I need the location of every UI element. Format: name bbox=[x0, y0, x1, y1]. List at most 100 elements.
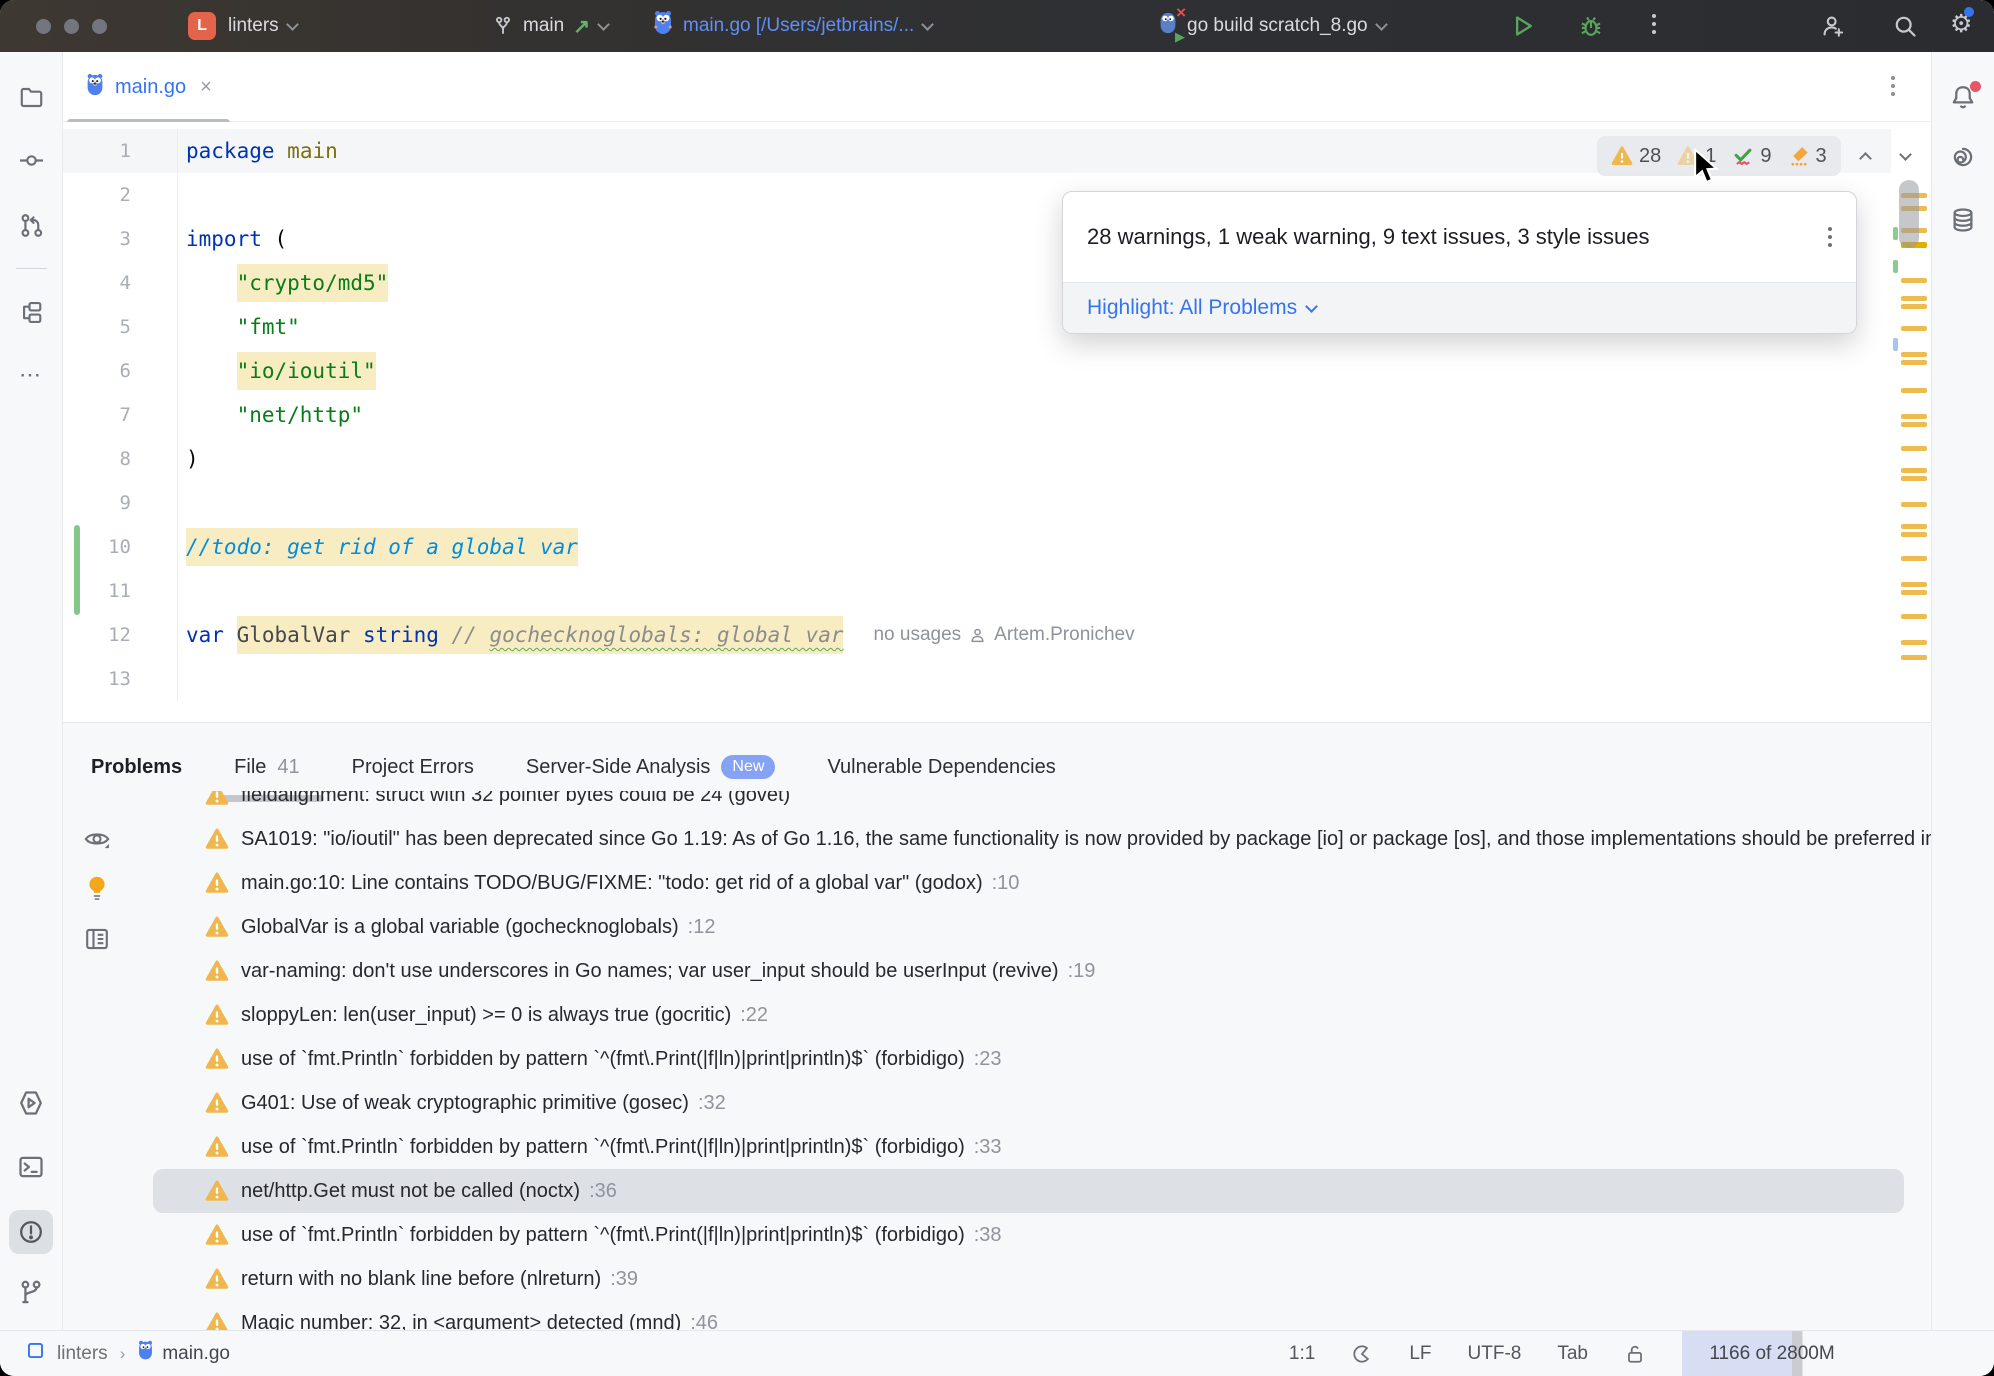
warning-stripe-mark[interactable] bbox=[1901, 476, 1927, 481]
terminal-icon[interactable] bbox=[9, 1145, 53, 1189]
warning-stripe-mark[interactable] bbox=[1901, 582, 1927, 587]
warning-stripe-mark[interactable] bbox=[1901, 446, 1927, 451]
problem-row[interactable]: net/http.Get must not be called (noctx):… bbox=[63, 1169, 1931, 1213]
warning-stripe-mark[interactable] bbox=[1901, 655, 1927, 660]
tab-file[interactable]: File41 bbox=[234, 745, 299, 789]
inlay-hint[interactable]: no usagesArtem.Pronichev bbox=[873, 624, 1134, 646]
warning-stripe-mark[interactable] bbox=[1901, 278, 1927, 283]
more-actions-button[interactable] bbox=[1652, 14, 1656, 34]
highlight-level-selector[interactable]: Highlight: All Problems bbox=[1063, 282, 1856, 333]
code-line-11[interactable]: 11 bbox=[63, 569, 1891, 613]
settings-gear-icon[interactable]: ⚙ bbox=[1950, 9, 1972, 39]
typos-stat[interactable]: 9 bbox=[1732, 145, 1771, 168]
tab-vulnerable-dependencies[interactable]: Vulnerable Dependencies bbox=[827, 745, 1055, 789]
traffic-light-zoom[interactable] bbox=[92, 19, 107, 34]
search-icon[interactable] bbox=[1892, 13, 1918, 39]
problem-row[interactable]: return with no blank line before (nlretu… bbox=[63, 1257, 1931, 1301]
problem-row[interactable]: sloppyLen: len(user_input) >= 0 is alway… bbox=[63, 993, 1931, 1037]
warning-stripe-mark[interactable] bbox=[1901, 414, 1927, 419]
code-line-6[interactable]: 6 "io/ioutil" bbox=[63, 349, 1891, 393]
pull-requests-icon[interactable] bbox=[9, 203, 53, 247]
run-tool-window-icon[interactable] bbox=[9, 1081, 53, 1125]
problem-row[interactable]: var-naming: don't use underscores in Go … bbox=[63, 949, 1931, 993]
problem-row[interactable]: G401: Use of weak cryptographic primitiv… bbox=[63, 1081, 1931, 1125]
warning-stripe-mark[interactable] bbox=[1901, 468, 1927, 473]
warning-stripe-mark[interactable] bbox=[1901, 360, 1927, 365]
traffic-light-close[interactable] bbox=[36, 19, 51, 34]
style-issues-stat[interactable]: 3 bbox=[1788, 145, 1827, 168]
file-path-widget[interactable]: main.go [/Users/jetbrains/... bbox=[652, 0, 932, 52]
run-button[interactable] bbox=[1510, 13, 1536, 39]
vcs-change-bar[interactable] bbox=[74, 525, 80, 615]
indent-selector[interactable]: Tab bbox=[1557, 1343, 1588, 1365]
previous-problem-button[interactable] bbox=[1851, 141, 1881, 171]
problem-row[interactable]: GlobalVar is a global variable (gocheckn… bbox=[63, 905, 1931, 949]
project-folder-icon[interactable] bbox=[9, 75, 53, 119]
tab-server-side-analysis[interactable]: Server-Side AnalysisNew bbox=[526, 745, 776, 789]
problem-row[interactable]: main.go:10: Line contains TODO/BUG/FIXME… bbox=[63, 861, 1931, 905]
problems-tool-window-icon[interactable] bbox=[9, 1210, 53, 1254]
warning-stripe-mark[interactable] bbox=[1901, 388, 1927, 393]
code-line-8[interactable]: 8) bbox=[63, 437, 1891, 481]
warning-stripe-mark[interactable] bbox=[1901, 640, 1927, 645]
warning-stripe-mark[interactable] bbox=[1901, 352, 1927, 357]
problem-row[interactable]: use of `fmt.Println` forbidden by patter… bbox=[63, 1037, 1931, 1081]
warning-stripe-mark[interactable] bbox=[1901, 502, 1927, 507]
breadcrumb-file[interactable]: main.go bbox=[137, 1340, 230, 1367]
popup-kebab-icon[interactable] bbox=[1828, 227, 1832, 247]
commit-icon[interactable] bbox=[9, 138, 53, 182]
memory-indicator[interactable]: 1166 of 2800M bbox=[1682, 1331, 1862, 1376]
encoding-selector[interactable]: UTF-8 bbox=[1468, 1343, 1522, 1365]
problem-row[interactable]: use of `fmt.Println` forbidden by patter… bbox=[63, 1213, 1931, 1257]
run-configuration-widget[interactable]: × ▶ go build scratch_8.go bbox=[1158, 0, 1386, 52]
line-ending-selector[interactable]: LF bbox=[1409, 1343, 1431, 1365]
project-widget[interactable]: linters bbox=[228, 0, 297, 52]
warning-stripe-mark[interactable] bbox=[1901, 422, 1927, 427]
tab-project-errors[interactable]: Project Errors bbox=[352, 745, 474, 789]
warning-stripe-mark[interactable] bbox=[1901, 296, 1927, 301]
vcs-stripe-mark[interactable] bbox=[1893, 227, 1898, 240]
git-tool-window-icon[interactable] bbox=[9, 1271, 53, 1315]
warnings-stat[interactable]: 28 bbox=[1611, 145, 1661, 168]
code-line-13[interactable]: 13 bbox=[63, 657, 1891, 701]
code-line-12[interactable]: 12var GlobalVar string // gochecknogloba… bbox=[63, 613, 1891, 657]
tool-window-widget-icon[interactable] bbox=[26, 1341, 45, 1366]
vcs-stripe-mark[interactable] bbox=[1893, 260, 1898, 273]
warning-stripe-mark[interactable] bbox=[1901, 326, 1927, 331]
warning-stripe-mark[interactable] bbox=[1901, 532, 1927, 537]
code-line-9[interactable]: 9 bbox=[63, 481, 1891, 525]
add-user-button[interactable] bbox=[1820, 13, 1846, 39]
warning-stripe-mark[interactable] bbox=[1901, 524, 1927, 529]
database-icon[interactable] bbox=[1941, 198, 1985, 242]
problem-row[interactable]: Magic number: 32, in <argument> detected… bbox=[63, 1301, 1931, 1330]
close-icon[interactable]: × bbox=[200, 76, 212, 99]
notifications-bell-icon[interactable] bbox=[1941, 75, 1985, 119]
debug-button[interactable] bbox=[1578, 13, 1604, 39]
inspection-widget[interactable]: 28 1 9 3 bbox=[1597, 136, 1921, 176]
scrollbar-thumb[interactable] bbox=[1899, 180, 1919, 248]
editor[interactable]: 1package main23import (4 "crypto/md5"5 "… bbox=[63, 122, 1931, 722]
info-stripe-mark[interactable] bbox=[1893, 338, 1898, 351]
ai-assistant-icon[interactable] bbox=[1941, 135, 1985, 179]
problem-row[interactable]: SA1019: "io/ioutil" has been deprecated … bbox=[63, 817, 1931, 861]
panel-title[interactable]: Problems bbox=[91, 756, 182, 779]
warning-stripe-mark[interactable] bbox=[1901, 304, 1927, 309]
error-stripe[interactable] bbox=[1893, 122, 1931, 722]
project-badge[interactable]: L bbox=[188, 12, 216, 40]
problem-row[interactable]: use of `fmt.Println` forbidden by patter… bbox=[63, 1125, 1931, 1169]
traffic-light-minimize[interactable] bbox=[64, 19, 79, 34]
tab-options-kebab-icon[interactable] bbox=[1891, 76, 1895, 96]
more-tool-windows-icon[interactable]: ⋯ bbox=[9, 353, 53, 397]
warning-stripe-mark[interactable] bbox=[1901, 556, 1927, 561]
warning-stripe-mark[interactable] bbox=[1901, 614, 1927, 619]
warning-stripe-mark[interactable] bbox=[1901, 590, 1927, 595]
unlocked-padlock-icon[interactable] bbox=[1624, 1343, 1646, 1365]
code-line-10[interactable]: 10//todo: get rid of a global var bbox=[63, 525, 1891, 569]
breadcrumb-project[interactable]: linters bbox=[57, 1343, 108, 1365]
vcs-widget[interactable]: main ↗ bbox=[492, 0, 608, 52]
structure-icon[interactable] bbox=[9, 290, 53, 334]
code-line-7[interactable]: 7 "net/http" bbox=[63, 393, 1891, 437]
tab-main-go[interactable]: main.go × bbox=[75, 52, 222, 122]
next-problem-button[interactable] bbox=[1891, 141, 1921, 171]
inspections-status-icon[interactable] bbox=[1351, 1343, 1373, 1365]
